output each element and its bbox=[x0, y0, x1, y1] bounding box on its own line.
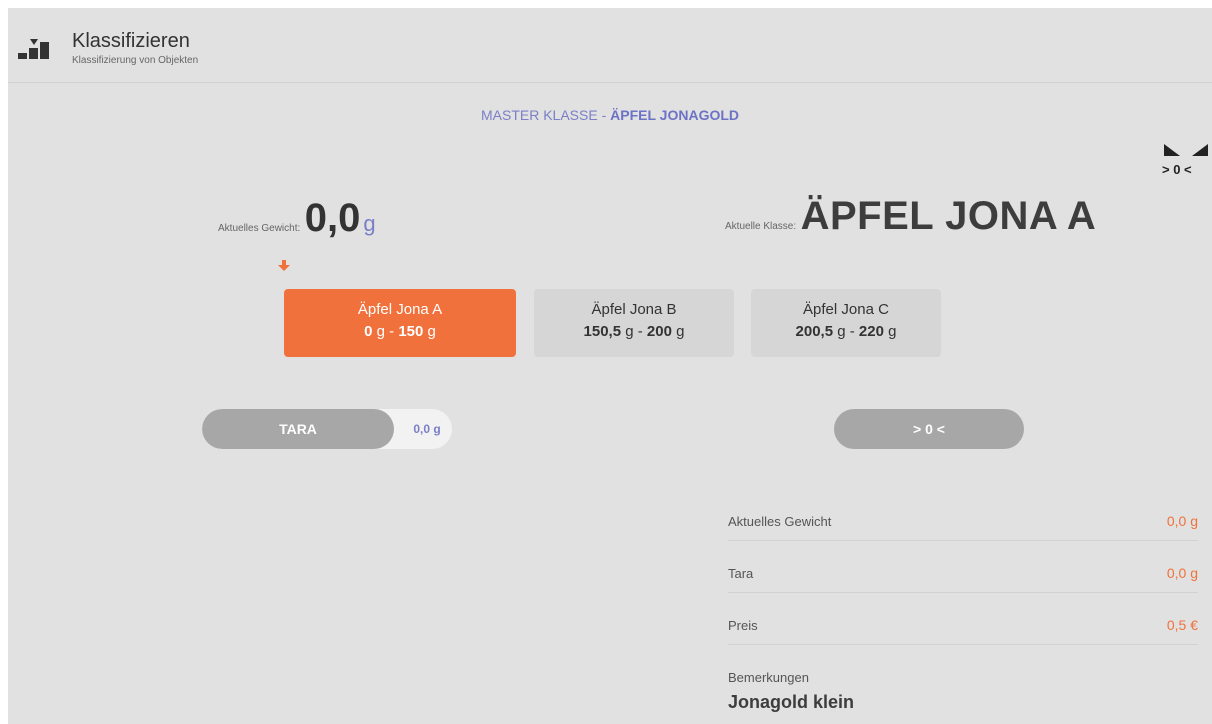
remarks-value: Jonagold klein bbox=[728, 692, 855, 712]
remarks-label: Bemerkungen bbox=[728, 670, 809, 685]
class-name: Äpfel Jona B bbox=[591, 301, 677, 318]
tara-button[interactable]: TARA bbox=[202, 409, 394, 449]
class-range: 200,5 g - 220 g bbox=[795, 323, 897, 340]
zero-indicator-label: > 0 < bbox=[1162, 162, 1192, 177]
master-class-name: ÄPFEL JONAGOLD bbox=[610, 107, 740, 123]
page-subtitle: Klassifizierung von Objekten bbox=[72, 55, 199, 66]
classify-icon bbox=[18, 39, 49, 59]
info-row-tara: Tara 0,0 g bbox=[728, 562, 1198, 593]
master-class-separator: - bbox=[597, 107, 611, 123]
tara-control: TARA 0,0 g bbox=[202, 409, 452, 449]
info-value: 0,0 g bbox=[1166, 513, 1198, 529]
master-class-prefix: MASTER KLASSE bbox=[480, 107, 598, 123]
zero-indicator: > 0 < bbox=[1160, 140, 1212, 182]
current-class-label: Aktuelle Klasse: bbox=[725, 221, 797, 232]
class-name: Äpfel Jona C bbox=[803, 301, 889, 318]
arrow-down-icon bbox=[278, 260, 290, 271]
tara-value: 0,0 g bbox=[413, 422, 441, 436]
zero-level-icon bbox=[1164, 144, 1208, 156]
class-range: 150,5 g - 200 g bbox=[583, 323, 685, 340]
page-header: Klassifizieren Klassifizierung von Objek… bbox=[8, 8, 1212, 83]
app-window: Klassifizieren Klassifizierung von Objek… bbox=[8, 8, 1212, 724]
info-row-price: Preis 0,5 € bbox=[728, 614, 1198, 645]
info-value: 0,5 € bbox=[1166, 617, 1198, 633]
class-range: 0 g - 150 g bbox=[364, 323, 436, 340]
current-weight-label: Aktuelles Gewicht: bbox=[218, 223, 301, 234]
master-class-heading: MASTER KLASSE - ÄPFEL JONAGOLD bbox=[8, 107, 1212, 123]
class-button-b[interactable]: Äpfel Jona B 150,5 g - 200 g bbox=[534, 289, 734, 357]
info-key: Tara bbox=[728, 566, 754, 581]
current-weight-display: Aktuelles Gewicht: 0,0 g bbox=[218, 196, 376, 241]
class-button-a[interactable]: Äpfel Jona A 0 g - 150 g bbox=[284, 289, 516, 357]
current-class-display: Aktuelle Klasse: ÄPFEL JONA A bbox=[725, 194, 1096, 239]
info-row-current-weight: Aktuelles Gewicht 0,0 g bbox=[728, 510, 1198, 541]
current-weight-unit: g bbox=[363, 211, 376, 236]
current-weight-value: 0,0 bbox=[304, 196, 361, 240]
page-title: Klassifizieren bbox=[72, 30, 190, 52]
info-key: Preis bbox=[728, 618, 758, 633]
info-key: Aktuelles Gewicht bbox=[728, 514, 832, 529]
info-value: 0,0 g bbox=[1166, 565, 1198, 581]
current-class-value: ÄPFEL JONA A bbox=[800, 194, 1097, 238]
class-button-c[interactable]: Äpfel Jona C 200,5 g - 220 g bbox=[751, 289, 941, 357]
class-name: Äpfel Jona A bbox=[357, 301, 443, 318]
zero-button[interactable]: > 0 < bbox=[834, 409, 1024, 449]
